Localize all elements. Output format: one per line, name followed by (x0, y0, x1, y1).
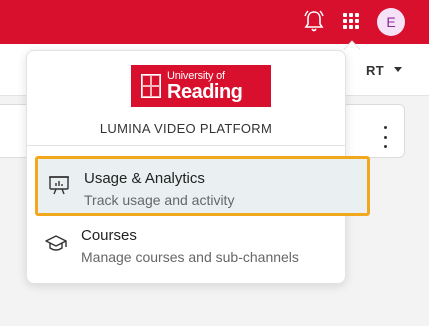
graduation-cap-icon (45, 235, 67, 251)
menu-item-courses[interactable]: Courses Manage courses and sub-channels (35, 222, 370, 272)
crest-icon (141, 74, 161, 98)
menu-item-title: Courses (81, 227, 137, 244)
divider (27, 145, 345, 146)
sort-menu-label[interactable]: RT (366, 63, 384, 78)
menu-item-title: Usage & Analytics (84, 170, 205, 187)
notifications-bell-icon[interactable] (303, 9, 325, 33)
platform-name: LUMINA VIDEO PLATFORM (99, 121, 273, 136)
menu-item-subtitle: Track usage and activity (84, 192, 235, 208)
logo-line-2: Reading (167, 80, 243, 103)
more-options-icon[interactable] (382, 126, 388, 148)
chevron-down-icon[interactable] (394, 67, 402, 72)
presentation-chart-icon (49, 176, 69, 195)
apps-grid-icon[interactable] (343, 13, 359, 29)
university-logo: University of Reading (131, 65, 271, 107)
user-avatar[interactable]: E (377, 8, 405, 36)
logo-line-1: University of (167, 69, 225, 82)
menu-item-subtitle: Manage courses and sub-channels (81, 249, 299, 265)
menu-item-usage-analytics[interactable]: Usage & Analytics Track usage and activi… (35, 156, 370, 216)
top-bar: E (0, 0, 429, 44)
